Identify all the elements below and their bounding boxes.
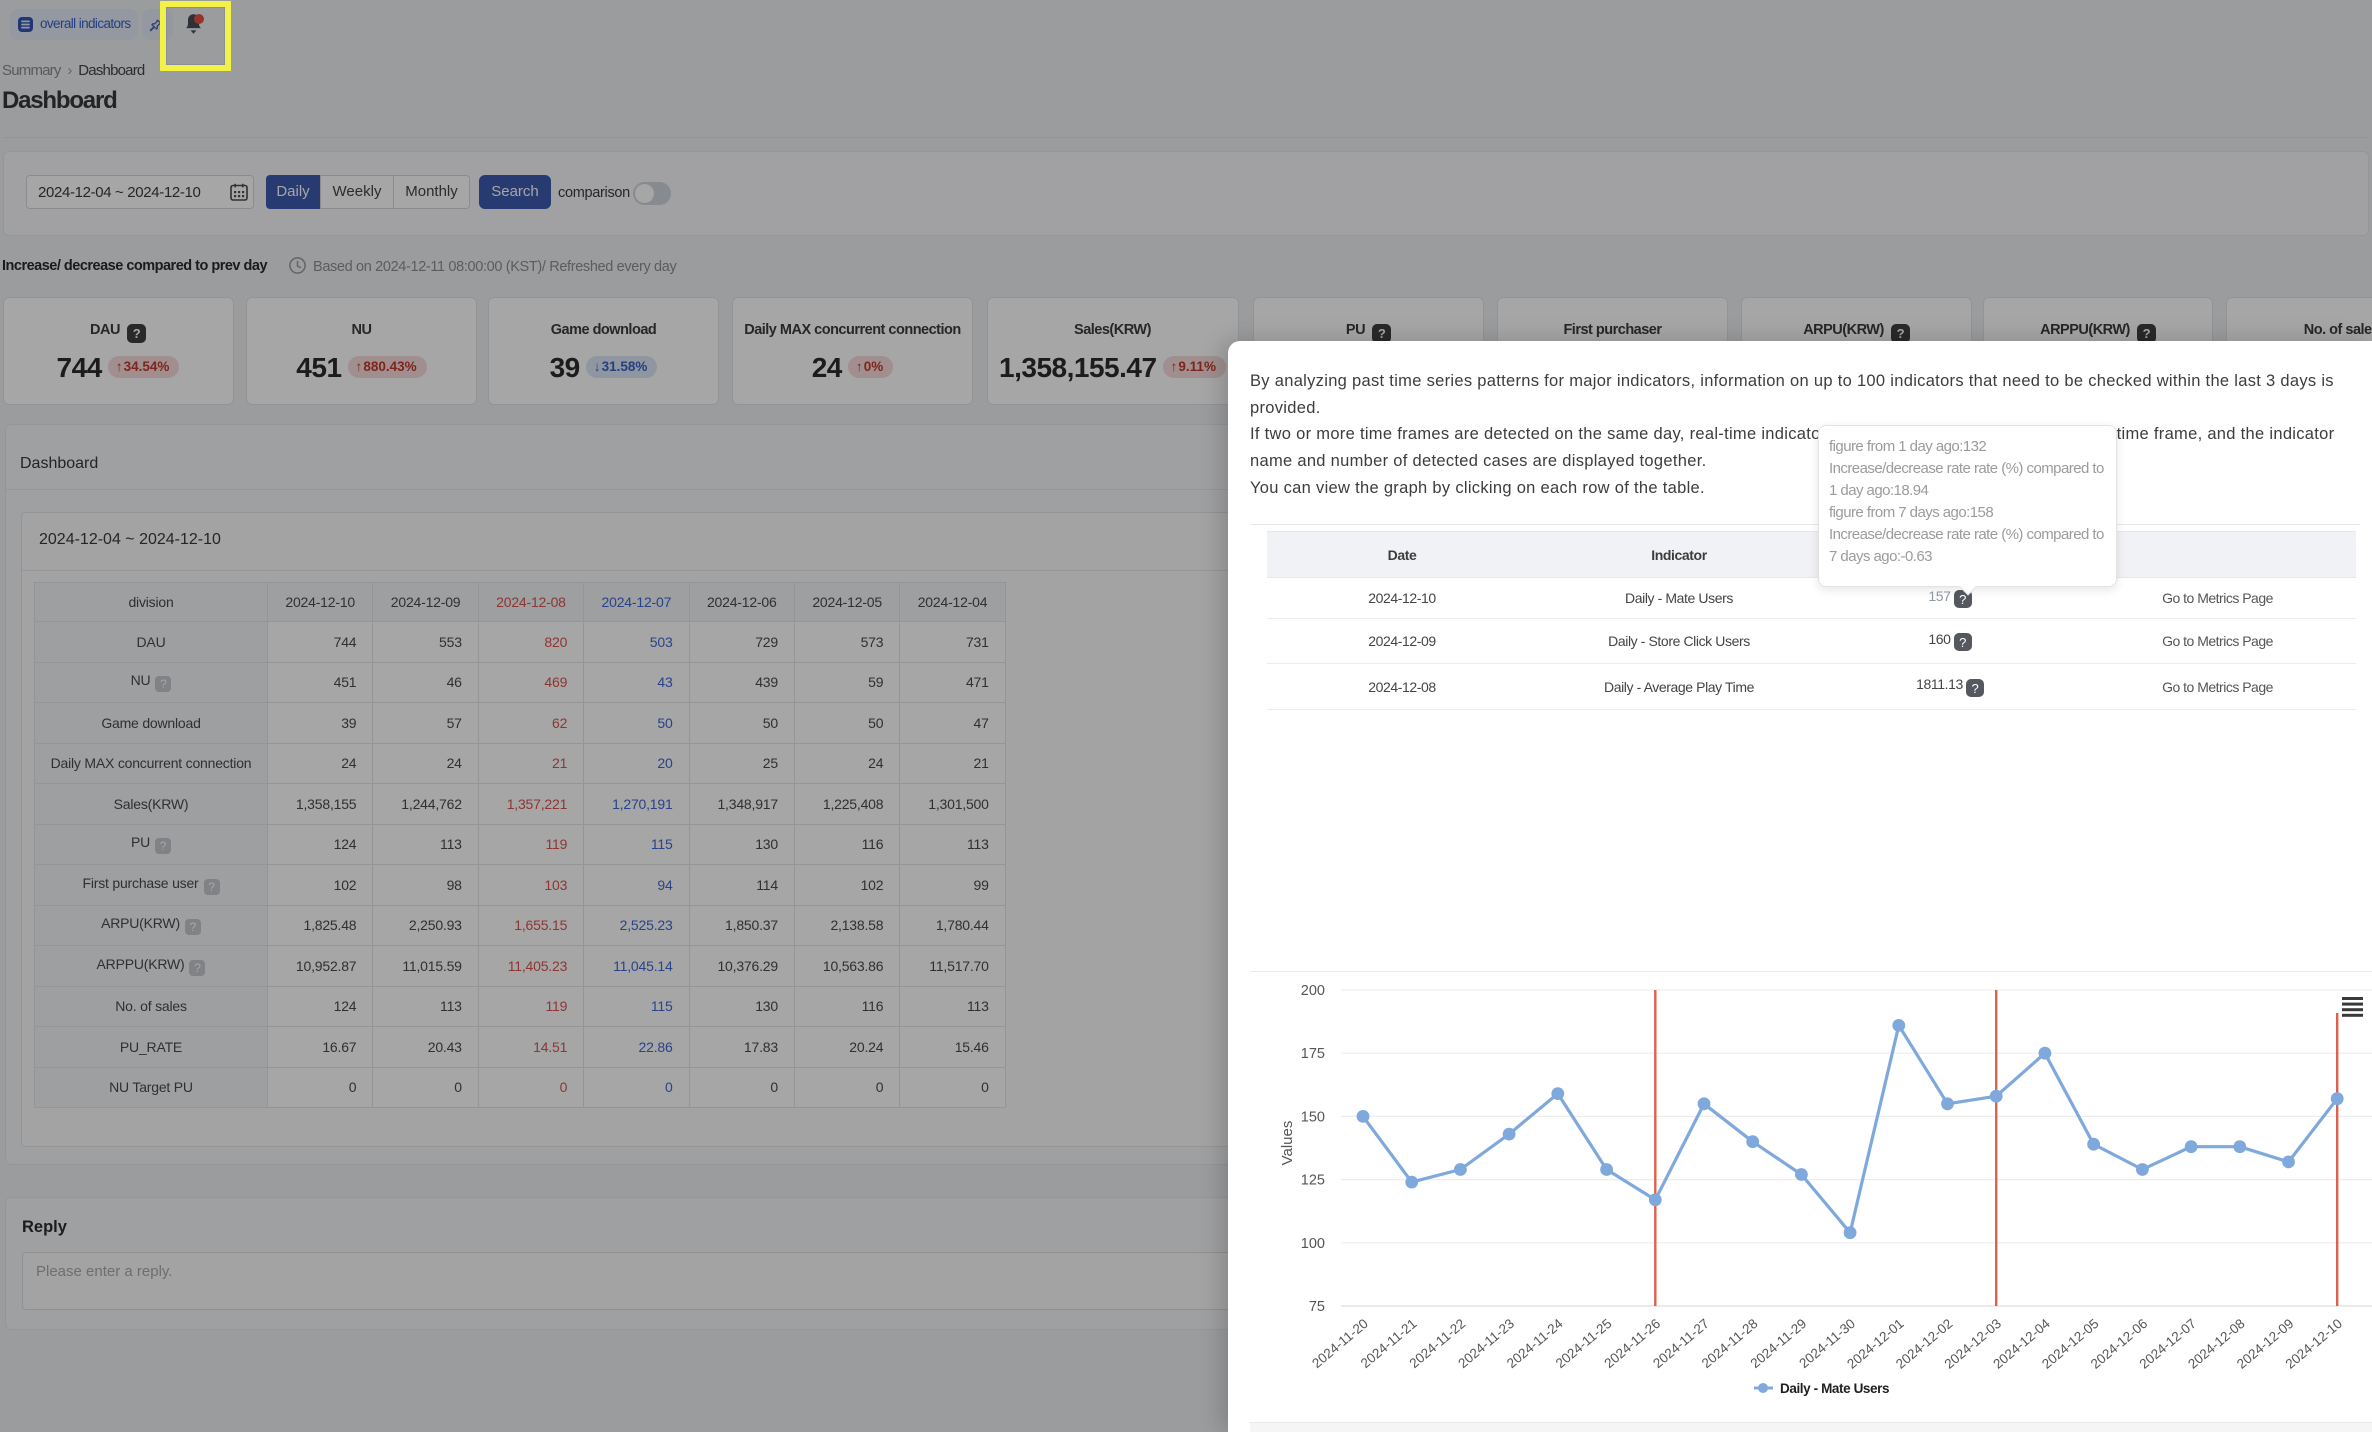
svg-text:Daily - Mate Users: Daily - Mate Users [1780,1381,1889,1396]
svg-text:Values: Values [1279,1121,1296,1166]
svg-text:100: 100 [1301,1236,1325,1252]
svg-text:200: 200 [1301,983,1325,999]
svg-text:125: 125 [1301,1173,1325,1189]
svg-text:175: 175 [1301,1046,1325,1062]
svg-text:150: 150 [1301,1109,1325,1125]
svg-text:75: 75 [1309,1299,1325,1315]
